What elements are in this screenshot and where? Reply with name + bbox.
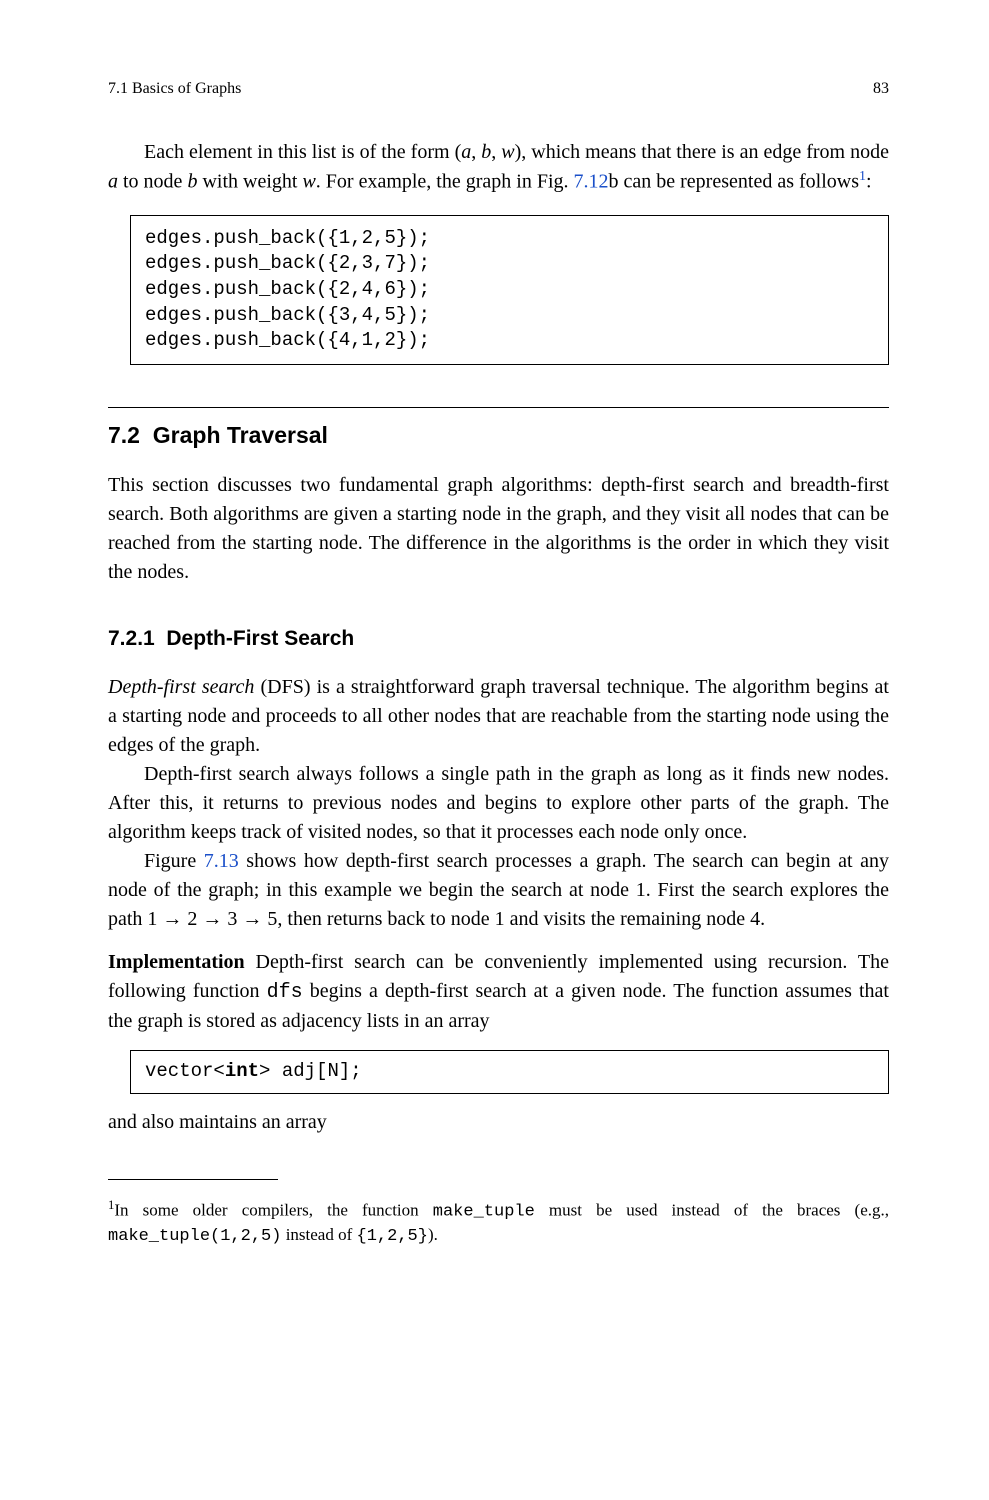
section-number: 7.2	[108, 422, 140, 448]
text: Figure	[144, 850, 204, 872]
code: vector<	[145, 1060, 225, 1082]
code: > adj[N];	[259, 1060, 362, 1082]
footnote: 1In some older compilers, the function m…	[108, 1197, 889, 1250]
text: Each element in this list is of the form…	[144, 141, 461, 163]
term: Depth-first search	[108, 676, 254, 698]
text: ).	[428, 1225, 438, 1244]
var-b: b	[187, 171, 197, 193]
var-a: a	[461, 141, 471, 163]
figure-ref[interactable]: 7.12	[574, 171, 609, 193]
footnote-ref[interactable]: 1	[859, 169, 866, 184]
section-body: This section discusses two fundamental g…	[108, 471, 889, 587]
inline-code: dfs	[267, 981, 303, 1004]
dfs-paragraph-2: Depth-first search always follows a sing…	[108, 760, 889, 847]
section-heading: 7.2 Graph Traversal	[108, 422, 889, 449]
figure-ref[interactable]: 7.13	[204, 850, 239, 872]
section-rule	[108, 407, 889, 408]
subsection-title-text: Depth-First Search	[166, 627, 354, 650]
inline-code: make_tuple	[433, 1202, 535, 1221]
inline-code: make_tuple(1,2,5)	[108, 1227, 281, 1246]
keyword: int	[225, 1060, 259, 1082]
text: . For example, the graph in Fig.	[316, 171, 574, 193]
running-head: 7.1 Basics of Graphs 83	[108, 80, 889, 98]
text: to node	[118, 171, 187, 193]
footnote-rule	[108, 1179, 278, 1180]
code-listing-adj: vector<int> adj[N];	[130, 1050, 889, 1094]
text: instead of	[281, 1225, 356, 1244]
dfs-paragraph-1: Depth-first search (DFS) is a straightfo…	[108, 673, 889, 760]
text: In some older compilers, the function	[114, 1200, 432, 1219]
page-number: 83	[873, 80, 889, 98]
intro-paragraph: Each element in this list is of the form…	[108, 138, 889, 197]
var-a: a	[108, 171, 118, 193]
run-in-heading: Implementation	[108, 951, 245, 973]
dfs-paragraph-3: Figure 7.13 shows how depth-first search…	[108, 847, 889, 934]
var-b: b	[481, 141, 491, 163]
subsection-heading: 7.2.1 Depth-First Search	[108, 627, 889, 651]
text: ), which means that there is an edge fro…	[515, 141, 889, 163]
code-listing-edges: edges.push_back({1,2,5}); edges.push_bac…	[130, 215, 889, 365]
text: :	[866, 171, 872, 193]
implementation-paragraph: Implementation Depth-first search can be…	[108, 948, 889, 1036]
section-title-text: Graph Traversal	[153, 422, 328, 448]
subsection-number: 7.2.1	[108, 627, 155, 650]
text: must be used instead of the braces (e.g.…	[535, 1200, 889, 1219]
var-w: w	[302, 171, 315, 193]
text: b can be represented as follows	[609, 171, 859, 193]
var-w: w	[501, 141, 514, 163]
section-label: 7.1 Basics of Graphs	[108, 80, 241, 98]
page: 7.1 Basics of Graphs 83 Each element in …	[0, 0, 989, 1500]
tail-paragraph: and also maintains an array	[108, 1108, 889, 1137]
inline-code: {1,2,5}	[357, 1227, 428, 1246]
text: with weight	[197, 171, 302, 193]
